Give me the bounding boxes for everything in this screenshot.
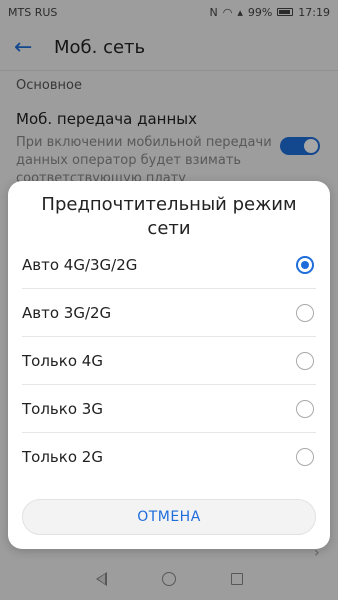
- dialog-title: Предпочтительный режим сети: [41, 194, 297, 239]
- radio-unchecked-icon[interactable]: [296, 400, 314, 418]
- option-auto-3g-2g[interactable]: Авто 3G/2G: [8, 289, 330, 337]
- option-auto-4g-3g-2g[interactable]: Авто 4G/3G/2G: [8, 241, 330, 289]
- radio-checked-icon[interactable]: [296, 256, 314, 274]
- option-label: Авто 4G/3G/2G: [22, 256, 138, 274]
- option-label: Авто 3G/2G: [22, 304, 112, 322]
- option-only-3g[interactable]: Только 3G: [8, 385, 330, 433]
- radio-unchecked-icon[interactable]: [296, 304, 314, 322]
- option-label: Только 3G: [22, 400, 103, 418]
- option-label: Только 4G: [22, 352, 103, 370]
- radio-unchecked-icon[interactable]: [296, 448, 314, 466]
- radio-unchecked-icon[interactable]: [296, 352, 314, 370]
- cancel-button[interactable]: ОТМЕНА: [22, 499, 316, 535]
- option-only-2g[interactable]: Только 2G: [8, 433, 330, 481]
- option-only-4g[interactable]: Только 4G: [8, 337, 330, 385]
- network-mode-options: Авто 4G/3G/2G Авто 3G/2G Только 4G Тольк…: [8, 241, 330, 481]
- network-mode-dialog: Предпочтительный режим сети Авто 4G/3G/2…: [8, 181, 330, 549]
- option-label: Только 2G: [22, 448, 103, 466]
